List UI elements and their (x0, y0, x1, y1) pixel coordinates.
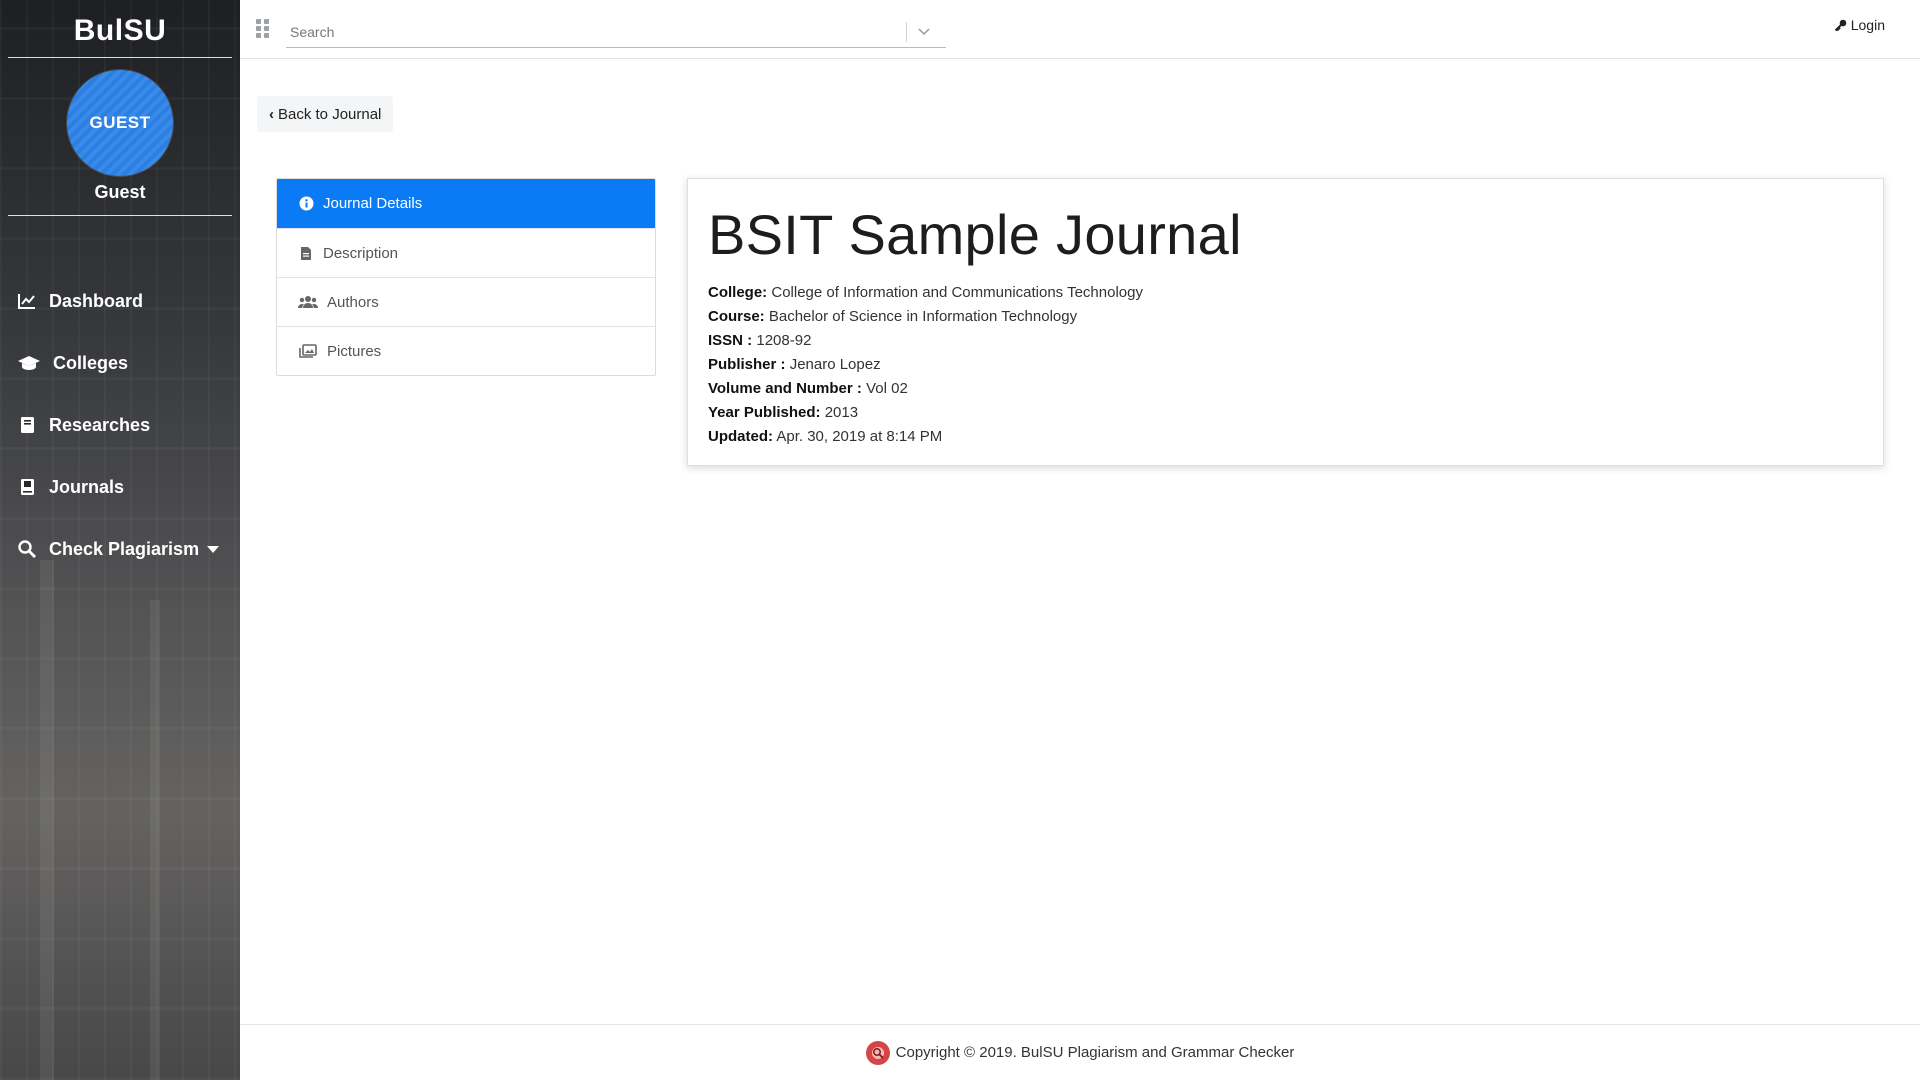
file-icon (297, 245, 315, 261)
top-bar: Login (240, 0, 1920, 59)
copyright-text: Copyright © 2019. BulSU Plagiarism and G… (895, 1044, 1295, 1061)
field-college: College: College of Information and Comm… (708, 281, 1863, 305)
field-updated: Updated: Apr. 30, 2019 at 8:14 PM (708, 425, 1863, 449)
field-value: 2013 (824, 404, 859, 421)
divider (906, 21, 907, 42)
search-box (286, 16, 946, 48)
field-publisher: Publisher : Jenaro Lopez (708, 353, 1863, 377)
book-icon (17, 415, 37, 435)
avatar-text: GUEST (89, 113, 151, 132)
background-pillar (150, 600, 160, 1080)
tab-label: Journal Details (323, 195, 423, 212)
field-label: Publisher : (708, 356, 786, 373)
journal-icon (17, 477, 37, 497)
caret-down-icon (207, 545, 220, 553)
field-label: Year Published: (708, 404, 821, 421)
footer: Copyright © 2019. BulSU Plagiarism and G… (240, 1024, 1920, 1080)
field-value: Vol 02 (866, 380, 908, 397)
images-icon (297, 343, 319, 359)
field-course: Course: Bachelor of Science in Informati… (708, 305, 1863, 329)
divider (8, 215, 232, 216)
sidebar-item-label: Check Plagiarism (49, 538, 200, 559)
field-value: College of Information and Communication… (771, 284, 1143, 301)
field-value: 1208-92 (756, 332, 812, 349)
graduation-cap-icon (17, 353, 41, 373)
chevron-left-icon: ‹ (269, 105, 274, 123)
sidebar-item-check-plagiarism[interactable]: Check Plagiarism (0, 518, 240, 580)
field-value: Jenaro Lopez (789, 356, 881, 373)
sidebar: BulSU GUEST Guest Dashboard Colleges Res… (0, 0, 240, 1080)
user-name: Guest (94, 182, 146, 202)
search-input[interactable] (286, 17, 906, 46)
field-label: Updated: (708, 428, 773, 445)
apps-grid-icon[interactable] (256, 19, 272, 39)
search-icon (17, 539, 37, 559)
tab-authors[interactable]: Authors (277, 277, 655, 326)
login-label: Login (1850, 17, 1885, 33)
tab-label: Authors (327, 293, 379, 311)
back-button-label: Back to Journal (278, 105, 382, 123)
field-label: Course: (708, 308, 765, 325)
avatar: GUEST (67, 70, 173, 176)
tab-label: Pictures (327, 342, 382, 360)
field-year-published: Year Published: 2013 (708, 401, 1863, 425)
journal-tabs: Journal Details Description Authors Pict… (276, 178, 656, 376)
sidebar-item-dashboard[interactable]: Dashboard (0, 270, 240, 332)
user-profile: GUEST Guest (0, 58, 240, 203)
sidebar-item-label: Dashboard (49, 290, 144, 311)
key-icon (1834, 19, 1847, 32)
tab-label: Description (323, 244, 399, 262)
tab-pictures[interactable]: Pictures (277, 326, 655, 375)
chart-line-icon (17, 291, 37, 311)
journal-title: BSIT Sample Journal (708, 203, 1242, 266)
info-circle-icon (297, 196, 315, 212)
field-value: Apr. 30, 2019 at 8:14 PM (776, 428, 943, 445)
sidebar-item-label: Journals (49, 476, 125, 497)
field-label: College: (708, 284, 768, 301)
users-icon (297, 294, 319, 310)
brand-title[interactable]: BulSU (0, 0, 240, 57)
field-value: Bachelor of Science in Information Techn… (768, 308, 1078, 325)
field-label: Volume and Number : (708, 380, 862, 397)
tab-journal-details[interactable]: Journal Details (277, 179, 655, 228)
login-link[interactable]: Login (1834, 17, 1885, 33)
footer-logo-icon (865, 1040, 890, 1065)
tab-description[interactable]: Description (277, 228, 655, 277)
sidebar-item-researches[interactable]: Researches (0, 394, 240, 456)
sidebar-item-label: Researches (49, 414, 151, 435)
field-label: ISSN : (708, 332, 753, 349)
back-to-journal-button[interactable]: ‹ Back to Journal (257, 96, 394, 132)
sidebar-item-colleges[interactable]: Colleges (0, 332, 240, 394)
background-pillar (40, 560, 54, 1080)
sidebar-item-label: Colleges (53, 352, 129, 373)
sidebar-item-journals[interactable]: Journals (0, 456, 240, 518)
field-issn: ISSN : 1208-92 (708, 329, 1863, 353)
chevron-down-icon[interactable] (917, 25, 931, 39)
field-volume-number: Volume and Number : Vol 02 (708, 377, 1863, 401)
journal-details-card: BSIT Sample Journal College: College of … (687, 178, 1884, 466)
sidebar-nav: Dashboard Colleges Researches Journals C… (0, 270, 240, 580)
